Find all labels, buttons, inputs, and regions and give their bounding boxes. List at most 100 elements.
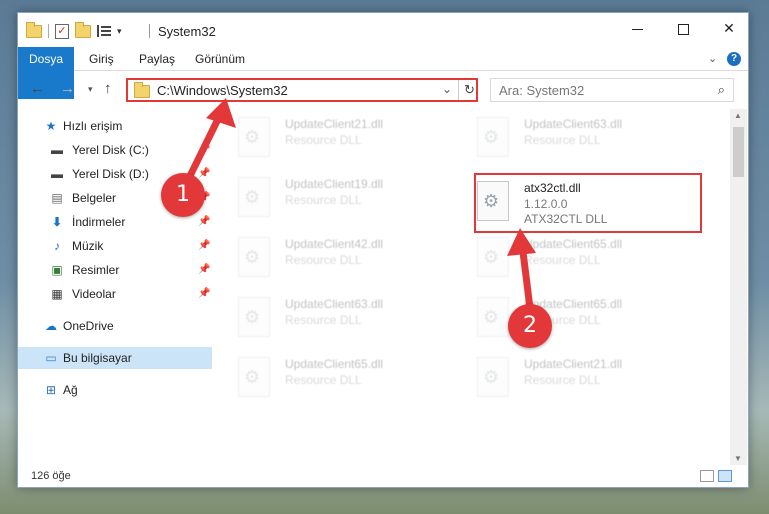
sidebar-item-label: Belgeler bbox=[72, 191, 117, 205]
dll-file-icon bbox=[238, 297, 270, 337]
toolbar-divider bbox=[48, 24, 49, 38]
computer-icon: ▭ bbox=[45, 351, 57, 365]
maximize-icon bbox=[677, 23, 689, 35]
status-bar: 126 öğe bbox=[18, 465, 748, 488]
properties-check-icon[interactable]: ✓ bbox=[55, 23, 69, 39]
window-title: System32 bbox=[158, 24, 216, 39]
file-type: Resource DLL bbox=[285, 133, 362, 147]
dll-file-icon bbox=[238, 177, 270, 217]
sidebar-item-label: Ağ bbox=[63, 383, 78, 397]
file-name: UpdateClient63.dll bbox=[524, 117, 623, 131]
tab-share[interactable]: Paylaş bbox=[139, 47, 175, 71]
properties-icon[interactable] bbox=[97, 24, 111, 38]
sidebar-item-network[interactable]: ⊞ Ağ bbox=[18, 379, 212, 401]
search-input[interactable]: Ara: System32 ⌕ bbox=[490, 78, 734, 102]
file-type: Resource DLL bbox=[285, 373, 362, 387]
scroll-thumb[interactable] bbox=[733, 127, 744, 177]
dll-file-icon bbox=[477, 297, 509, 337]
file-name: UpdateClient19.dll bbox=[285, 177, 384, 191]
ribbon-tabs: Dosya Giriş Paylaş Görünüm ⌄ ? bbox=[18, 47, 748, 99]
star-icon: ★ bbox=[45, 119, 57, 133]
file-type: Resource DLL bbox=[285, 313, 362, 327]
sidebar-item-quick-access[interactable]: ★ Hızlı erişim bbox=[18, 115, 212, 137]
file-item[interactable]: UpdateClient65.dll Resource DLL bbox=[457, 231, 677, 283]
drive-icon: ▬ bbox=[51, 143, 63, 157]
large-icons-view-icon[interactable] bbox=[718, 470, 732, 482]
address-divider bbox=[458, 80, 459, 100]
help-icon[interactable]: ? bbox=[727, 52, 741, 66]
scroll-up-icon[interactable]: ▲ bbox=[734, 111, 742, 120]
file-type: Resource DLL bbox=[524, 133, 601, 147]
back-arrow-icon[interactable]: ← bbox=[30, 80, 45, 97]
dll-file-icon bbox=[477, 357, 509, 397]
sidebar-item-local-disk-c[interactable]: ▬ Yerel Disk (C:) 📌 bbox=[18, 139, 212, 161]
tab-home[interactable]: Giriş bbox=[89, 47, 114, 71]
network-icon: ⊞ bbox=[45, 383, 57, 397]
dll-file-icon bbox=[238, 117, 270, 157]
download-icon: ⬇ bbox=[51, 215, 63, 229]
pin-icon[interactable]: 📌 bbox=[198, 211, 210, 233]
search-icon[interactable]: ⌕ bbox=[718, 82, 725, 98]
explorer-window: ✓ ▾ System32 ✕ Dosya Giriş Paylaş Görünü… bbox=[17, 12, 749, 488]
details-view-icon[interactable] bbox=[700, 470, 714, 482]
music-icon: ♪ bbox=[54, 239, 60, 253]
file-item[interactable]: UpdateClient65.dll Resource DLL bbox=[218, 351, 438, 403]
pictures-icon: ▣ bbox=[51, 263, 63, 277]
file-item[interactable]: UpdateClient65.dll Resource DLL bbox=[457, 291, 677, 343]
sidebar-item-this-pc[interactable]: ▭ Bu bilgisayar bbox=[18, 347, 212, 369]
minimize-icon bbox=[631, 28, 643, 30]
step-2-callout: 2 bbox=[508, 304, 552, 348]
recent-locations-chevron-icon[interactable]: ▾ bbox=[88, 84, 93, 95]
navigation-pane: ★ Hızlı erişim ▬ Yerel Disk (C:) 📌 ▬ Yer… bbox=[18, 109, 212, 465]
sidebar-item-music[interactable]: ♪ Müzik 📌 bbox=[18, 235, 212, 257]
file-name: UpdateClient65.dll bbox=[524, 237, 623, 251]
file-item[interactable]: UpdateClient21.dll Resource DLL bbox=[218, 111, 438, 163]
item-count: 126 öğe bbox=[31, 470, 71, 482]
file-item[interactable]: UpdateClient63.dll Resource DLL bbox=[218, 291, 438, 343]
tab-view[interactable]: Görünüm bbox=[195, 47, 245, 71]
file-name: UpdateClient21.dll bbox=[524, 357, 623, 371]
address-path[interactable]: C:\Windows\System32 bbox=[157, 83, 288, 98]
maximize-button[interactable] bbox=[660, 13, 706, 43]
scroll-down-icon[interactable]: ▼ bbox=[734, 454, 742, 463]
up-arrow-icon[interactable]: ↑ bbox=[104, 80, 112, 97]
sidebar-item-label: Müzik bbox=[72, 239, 104, 253]
title-divider bbox=[149, 24, 150, 38]
refresh-icon[interactable]: ↻ bbox=[464, 82, 475, 98]
customize-toolbar-chevron-icon[interactable]: ▾ bbox=[117, 26, 122, 37]
quick-access-toolbar: ✓ ▾ bbox=[26, 21, 122, 39]
folder-icon bbox=[26, 21, 42, 38]
sidebar-item-label: İndirmeler bbox=[72, 215, 126, 229]
minimize-button[interactable] bbox=[614, 13, 660, 43]
file-item[interactable]: UpdateClient19.dll Resource DLL bbox=[218, 171, 438, 223]
vertical-scrollbar[interactable]: ▲ ▼ bbox=[730, 109, 747, 465]
sidebar-item-label: Yerel Disk (D:) bbox=[72, 167, 149, 181]
new-folder-icon[interactable] bbox=[75, 21, 91, 38]
documents-icon: ▤ bbox=[51, 191, 63, 205]
file-item[interactable]: UpdateClient42.dll Resource DLL bbox=[218, 231, 438, 283]
pin-icon[interactable]: 📌 bbox=[198, 283, 210, 305]
sidebar-item-label: Yerel Disk (C:) bbox=[72, 143, 149, 157]
pin-icon[interactable]: 📌 bbox=[198, 139, 210, 161]
address-bar[interactable]: C:\Windows\System32 ⌄ ↻ bbox=[126, 78, 478, 102]
file-type: Resource DLL bbox=[285, 253, 362, 267]
file-name: UpdateClient65.dll bbox=[285, 357, 384, 371]
sidebar-item-pictures[interactable]: ▣ Resimler 📌 bbox=[18, 259, 212, 281]
close-button[interactable]: ✕ bbox=[706, 13, 752, 43]
forward-arrow-icon[interactable]: → bbox=[60, 80, 75, 97]
sidebar-item-label: Videolar bbox=[72, 287, 116, 301]
sidebar-item-videos[interactable]: ▦ Videolar 📌 bbox=[18, 283, 212, 305]
address-history-chevron-icon[interactable]: ⌄ bbox=[442, 82, 452, 96]
navigation-bar: ← → ▾ ↑ C:\Windows\System32 ⌄ ↻ Ara: Sys… bbox=[18, 72, 748, 108]
file-item[interactable]: UpdateClient63.dll Resource DLL bbox=[457, 111, 677, 163]
file-item[interactable]: UpdateClient21.dll Resource DLL bbox=[457, 351, 677, 403]
pin-icon[interactable]: 📌 bbox=[198, 235, 210, 257]
expand-ribbon-chevron-icon[interactable]: ⌄ bbox=[708, 52, 717, 65]
file-list: UpdateClient21.dll Resource DLL UpdateCl… bbox=[218, 109, 728, 465]
file-type: Resource DLL bbox=[285, 193, 362, 207]
dll-file-icon bbox=[238, 357, 270, 397]
title-bar: ✓ ▾ System32 ✕ bbox=[18, 13, 748, 47]
drive-icon: ▬ bbox=[51, 167, 63, 181]
pin-icon[interactable]: 📌 bbox=[198, 259, 210, 281]
sidebar-item-onedrive[interactable]: ☁ OneDrive bbox=[18, 315, 212, 337]
